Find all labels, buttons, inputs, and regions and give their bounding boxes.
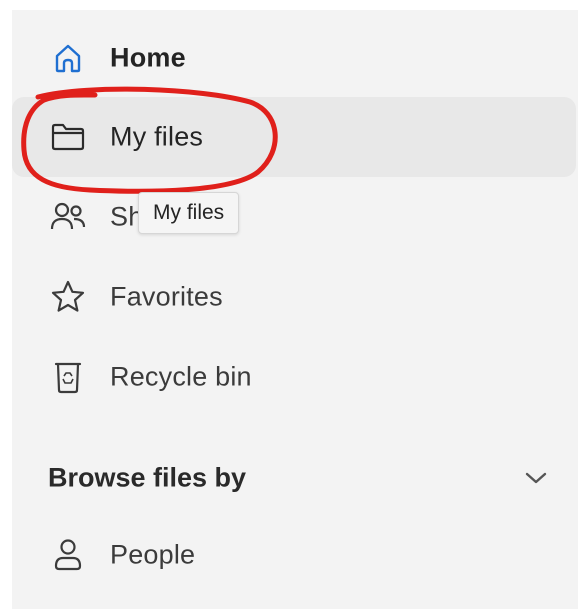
recycle-bin-icon — [50, 359, 86, 395]
nav-item-label: Home — [110, 42, 186, 73]
people-icon — [50, 199, 86, 235]
nav-item-my-files[interactable]: My files — [12, 97, 576, 177]
nav-item-people[interactable]: People — [12, 515, 576, 595]
star-icon — [50, 279, 86, 315]
nav-item-label: People — [110, 539, 196, 570]
left-navigation-pane: Home My files Shared Fa — [12, 10, 578, 609]
nav-item-label: Recycle bin — [110, 361, 252, 392]
section-title: Browse files by — [48, 462, 247, 493]
nav-item-home[interactable]: Home — [12, 18, 576, 98]
nav-item-recycle-bin[interactable]: Recycle bin — [12, 337, 576, 417]
folder-icon — [50, 119, 86, 155]
chevron-down-icon[interactable] — [522, 464, 550, 492]
person-icon — [50, 537, 86, 573]
browse-files-by-header[interactable]: Browse files by — [12, 450, 576, 506]
nav-item-label: My files — [110, 121, 204, 152]
nav-item-label: Favorites — [110, 281, 223, 312]
nav-item-favorites[interactable]: Favorites — [12, 257, 576, 337]
nav-item-shared[interactable]: Shared — [12, 177, 576, 257]
home-icon — [50, 40, 86, 76]
tooltip: My files — [138, 192, 240, 234]
